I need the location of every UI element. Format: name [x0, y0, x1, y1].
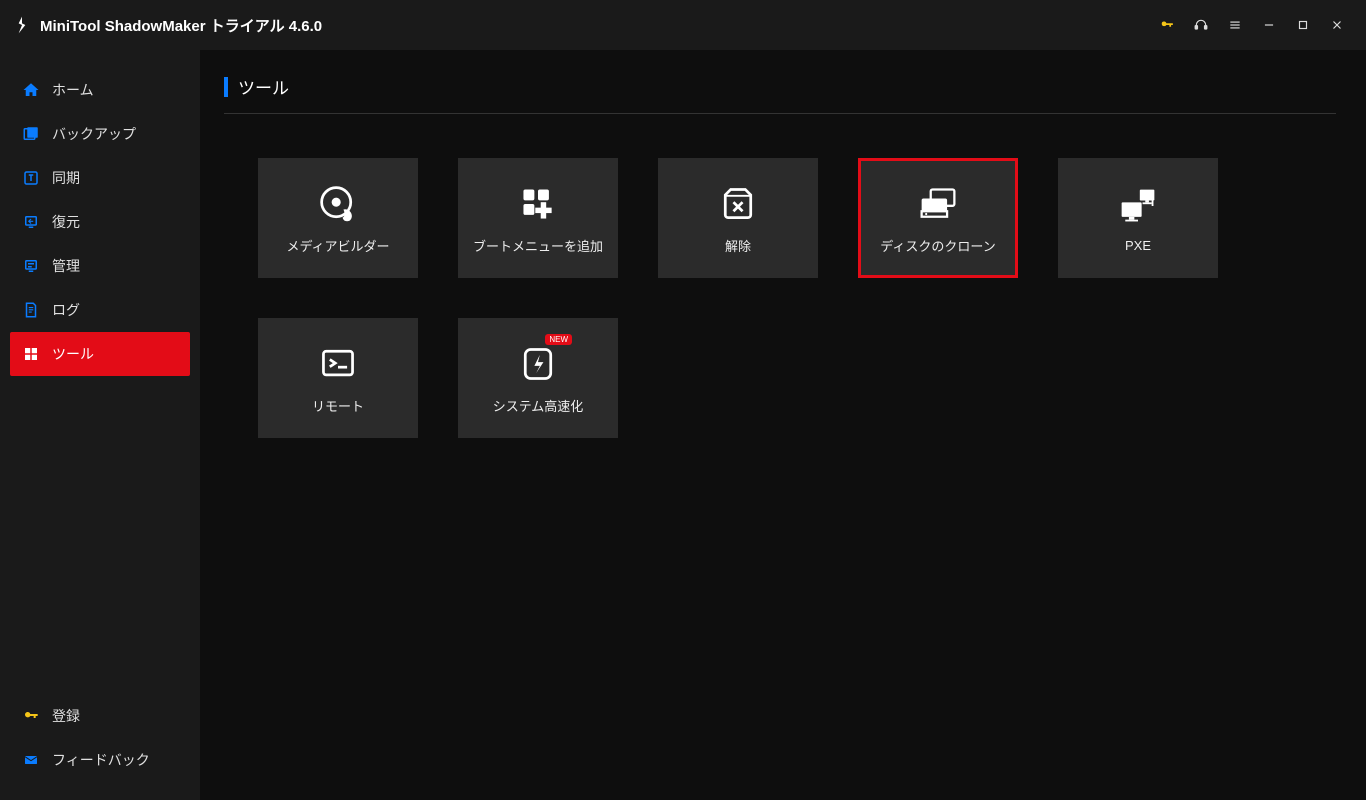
- mail-icon: [22, 751, 40, 769]
- sidebar-item-home[interactable]: ホーム: [10, 68, 190, 112]
- app-logo-icon: [12, 15, 32, 35]
- sidebar-item-label: 管理: [52, 256, 80, 276]
- tool-grid: メディアビルダー ブートメニューを追加 解除 ディスクのクローン: [224, 158, 1336, 438]
- remote-icon: [314, 342, 362, 386]
- sidebar-item-sync[interactable]: 同期: [10, 156, 190, 200]
- tool-remote[interactable]: リモート: [258, 318, 418, 438]
- tool-label: システム高速化: [493, 396, 584, 415]
- sidebar-item-log[interactable]: ログ: [10, 288, 190, 332]
- sidebar-item-label: ホーム: [52, 80, 94, 100]
- backup-icon: [22, 125, 40, 143]
- page-title: ツール: [238, 74, 289, 99]
- tool-disk-clone[interactable]: ディスクのクローン: [858, 158, 1018, 278]
- sidebar-item-label: ログ: [52, 300, 80, 320]
- disk-clone-icon: [914, 182, 962, 226]
- sidebar-item-label: 同期: [52, 168, 80, 188]
- tool-unmount[interactable]: 解除: [658, 158, 818, 278]
- maximize-button[interactable]: [1286, 8, 1320, 42]
- tools-icon: [22, 345, 40, 363]
- close-button[interactable]: [1320, 8, 1354, 42]
- sidebar-item-register[interactable]: 登録: [10, 694, 190, 738]
- sidebar-item-tools[interactable]: ツール: [10, 332, 190, 376]
- sidebar-item-label: フィードバック: [52, 750, 150, 770]
- tool-label: メディアビルダー: [286, 236, 389, 255]
- tool-system-speedup[interactable]: NEW システム高速化: [458, 318, 618, 438]
- sidebar-item-label: バックアップ: [52, 124, 136, 144]
- restore-icon: [22, 213, 40, 231]
- tool-label: ブートメニューを追加: [473, 236, 603, 255]
- sidebar-item-backup[interactable]: バックアップ: [10, 112, 190, 156]
- sidebar-item-manage[interactable]: 管理: [10, 244, 190, 288]
- key-icon: [22, 707, 40, 725]
- media-builder-icon: [314, 182, 362, 226]
- page-header: ツール: [224, 74, 1336, 114]
- header-accent-bar: [224, 77, 228, 97]
- sidebar-item-label: ツール: [52, 344, 94, 364]
- tool-add-boot-menu[interactable]: ブートメニューを追加: [458, 158, 618, 278]
- sidebar-item-label: 登録: [52, 706, 80, 726]
- home-icon: [22, 81, 40, 99]
- app-title: MiniTool ShadowMaker トライアル 4.6.0: [40, 15, 322, 36]
- support-icon[interactable]: [1184, 8, 1218, 42]
- log-icon: [22, 301, 40, 319]
- license-key-icon[interactable]: [1150, 8, 1184, 42]
- tool-media-builder[interactable]: メディアビルダー: [258, 158, 418, 278]
- tool-label: ディスクのクローン: [880, 236, 995, 255]
- tool-label: PXE: [1125, 238, 1151, 253]
- add-boot-menu-icon: [514, 182, 562, 226]
- new-badge: NEW: [545, 334, 572, 345]
- sidebar-item-feedback[interactable]: フィードバック: [10, 738, 190, 782]
- sidebar-item-restore[interactable]: 復元: [10, 200, 190, 244]
- speedup-icon: [514, 342, 562, 386]
- menu-icon[interactable]: [1218, 8, 1252, 42]
- sidebar-item-label: 復元: [52, 212, 80, 232]
- main-content: ツール メディアビルダー ブートメニューを追加 解除: [200, 50, 1366, 800]
- unmount-icon: [714, 182, 762, 226]
- sync-icon: [22, 169, 40, 187]
- manage-icon: [22, 257, 40, 275]
- titlebar: MiniTool ShadowMaker トライアル 4.6.0: [0, 0, 1366, 50]
- tool-label: リモート: [312, 396, 364, 415]
- minimize-button[interactable]: [1252, 8, 1286, 42]
- tool-pxe[interactable]: PXE: [1058, 158, 1218, 278]
- pxe-icon: [1114, 184, 1162, 228]
- tool-label: 解除: [725, 236, 751, 255]
- sidebar: ホーム バックアップ 同期 復元: [0, 50, 200, 800]
